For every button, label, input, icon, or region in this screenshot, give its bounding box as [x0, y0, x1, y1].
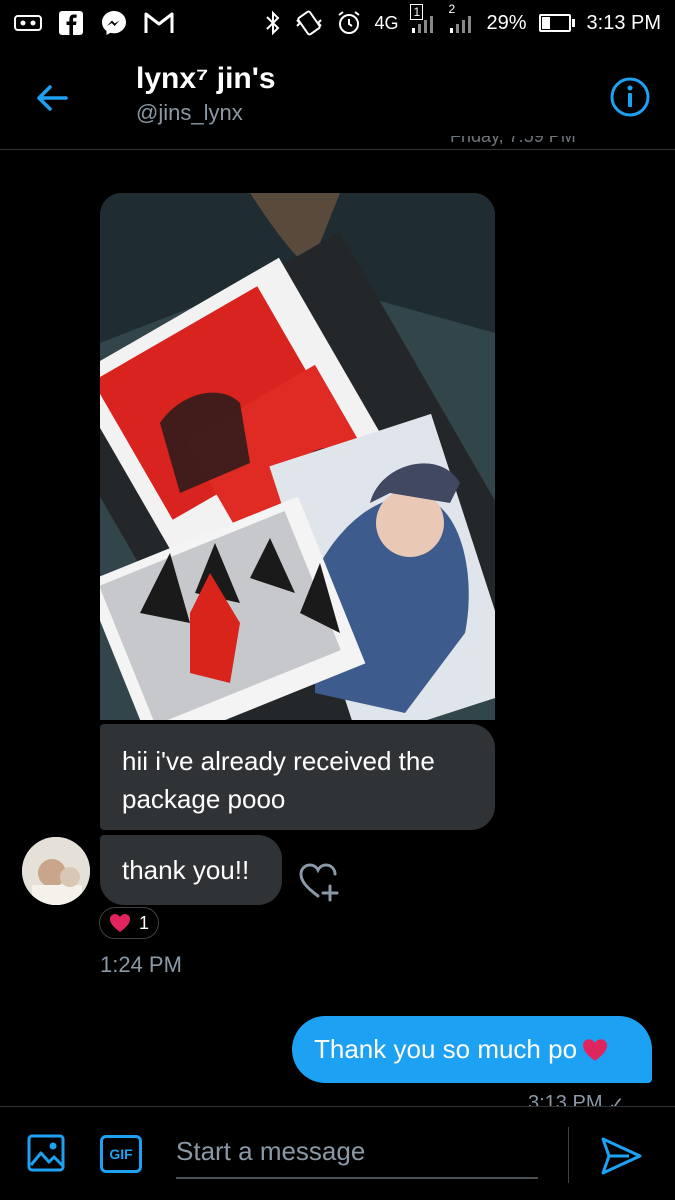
- date-divider: Friday, 7:59 PM: [450, 136, 576, 146]
- photo-message[interactable]: [100, 193, 495, 720]
- bluetooth-icon: [264, 10, 282, 36]
- conversation-handle: @jins_lynx: [136, 100, 243, 125]
- reaction-chip[interactable]: 1: [99, 907, 159, 939]
- battery-percent: 29%: [486, 11, 527, 34]
- message-text: Thank you so much po: [314, 1034, 578, 1064]
- heart-icon: [109, 914, 130, 932]
- signal-sim2-icon: 2: [448, 2, 474, 34]
- vibrate-icon: [294, 10, 324, 36]
- conversation-header: lynx⁷ jin's @jins_lynx: [0, 46, 675, 150]
- conversation-title: lynx⁷ jin's: [136, 62, 276, 95]
- message-bubble-incoming[interactable]: hii i've already received the package po…: [100, 724, 495, 830]
- heart-plus-icon: [299, 863, 339, 902]
- conversation-title-block[interactable]: lynx⁷ jin's @jins_lynx: [136, 62, 276, 126]
- gif-button[interactable]: GIF: [100, 1135, 142, 1173]
- send-button[interactable]: [598, 1133, 644, 1179]
- sent-timestamp: 3:13 PM ✓: [528, 1092, 658, 1106]
- heart-emoji-icon: [583, 1038, 608, 1061]
- info-button[interactable]: [609, 76, 651, 118]
- sent-check-icon: ✓: [608, 1094, 625, 1106]
- send-icon: [601, 1137, 642, 1175]
- back-button[interactable]: [30, 76, 74, 120]
- messenger-icon: [100, 9, 128, 37]
- clock: 3:13 PM: [586, 11, 661, 34]
- back-arrow-icon: [37, 85, 68, 111]
- photocards-image: [100, 193, 495, 720]
- facebook-icon: [58, 10, 84, 36]
- gmail-icon: [144, 11, 174, 35]
- add-reaction-button[interactable]: [296, 860, 344, 904]
- info-icon: [610, 77, 650, 117]
- add-image-button[interactable]: [26, 1133, 66, 1173]
- message-bubble-outgoing[interactable]: Thank you so much po: [292, 1016, 652, 1083]
- voicemail-icon: [14, 13, 42, 33]
- avatar[interactable]: [22, 837, 90, 905]
- composer-divider: [568, 1127, 569, 1183]
- message-timestamp: 1:24 PM: [100, 952, 182, 977]
- image-icon: [27, 1134, 65, 1172]
- signal-sim1-icon: 1: [410, 4, 436, 34]
- reaction-count: 1: [138, 912, 149, 933]
- message-bubble-incoming[interactable]: thank you!!: [100, 835, 282, 905]
- message-input[interactable]: [176, 1125, 538, 1179]
- battery-icon: [538, 14, 575, 32]
- status-bar: 4G 1 2 29% 3:13 PM: [0, 0, 675, 46]
- network-type: 4G: [374, 12, 399, 33]
- message-composer: GIF: [0, 1106, 675, 1200]
- alarm-icon: [336, 10, 362, 36]
